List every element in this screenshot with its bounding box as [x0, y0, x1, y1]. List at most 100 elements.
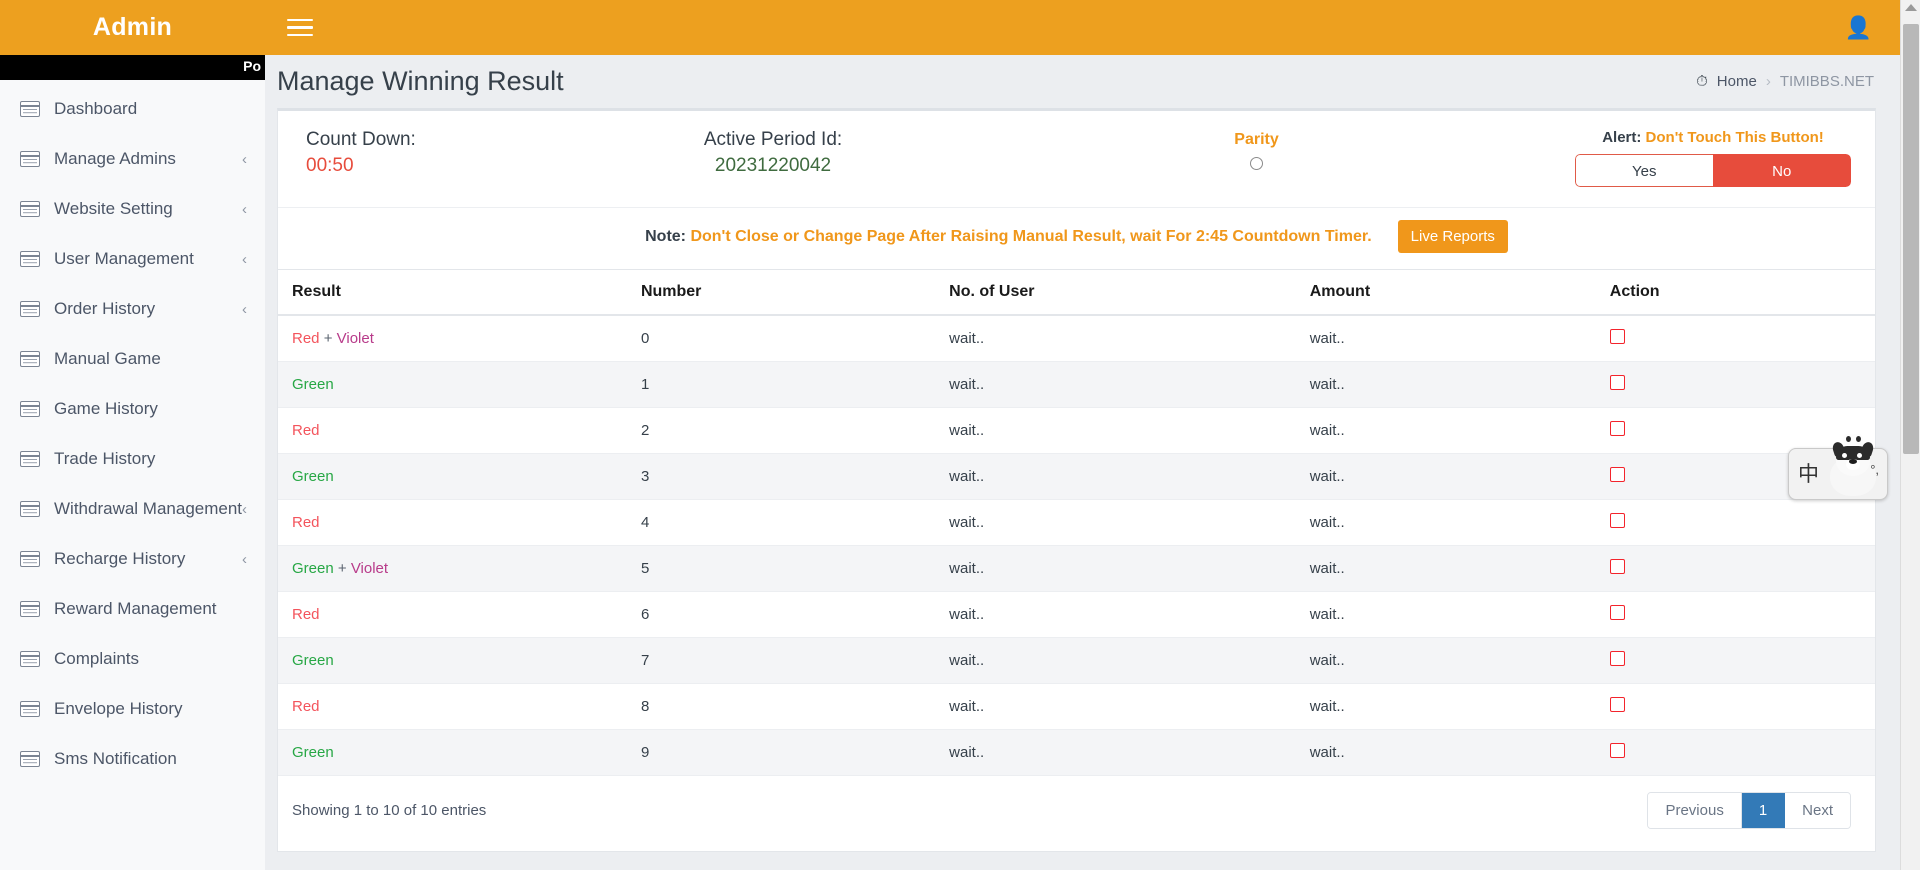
chevron-left-icon: ‹ [242, 150, 247, 168]
sidebar-item-label: Manual Game [54, 349, 161, 368]
ime-mode-label[interactable]: 中 [1798, 464, 1819, 485]
note-prefix: Note: [645, 227, 691, 245]
sidebar-item-withdrawal-management[interactable]: Withdrawal Management ‹ [0, 484, 265, 534]
cell-number: 3 [626, 453, 936, 500]
menu-list-icon [20, 101, 40, 117]
row-checkbox[interactable] [1609, 743, 1625, 758]
row-checkbox[interactable] [1609, 605, 1625, 620]
menu-list-icon [20, 451, 40, 467]
breadcrumb-home[interactable]: Home [1717, 73, 1757, 90]
sidebar-item-reward-management[interactable]: Reward Management [0, 584, 265, 634]
row-checkbox[interactable] [1609, 329, 1625, 344]
parity-block: Parity [938, 129, 1575, 175]
cell-no-of-user: wait.. [935, 499, 1296, 546]
cell-amount: wait.. [1295, 683, 1596, 730]
page-scrollbar[interactable] [1900, 0, 1920, 870]
column-header-no-of-user: No. of User [935, 269, 1296, 316]
cell-no-of-user: wait.. [935, 683, 1296, 730]
pagination-1[interactable]: 1 [1741, 793, 1786, 828]
sidebar-item-label: Trade History [54, 449, 156, 468]
cell-amount: wait.. [1295, 591, 1596, 638]
cell-no-of-user: wait.. [935, 545, 1296, 592]
sidebar-item-manual-game[interactable]: Manual Game [0, 334, 265, 384]
sidebar: Dashboard Manage Admins ‹ Website Setting ‹ U… [0, 80, 265, 870]
alert-prefix: Alert: [1602, 129, 1646, 146]
cell-amount: wait.. [1295, 545, 1596, 592]
cell-amount: wait.. [1295, 729, 1596, 776]
menu-list-icon [20, 351, 40, 367]
live-reports-button[interactable]: Live Reports [1397, 220, 1508, 253]
cell-action [1595, 315, 1875, 362]
hamburger-icon[interactable] [287, 17, 313, 39]
sidebar-item-sms-notification[interactable]: Sms Notification [0, 734, 265, 784]
cell-number: 4 [626, 499, 936, 546]
pagination-next[interactable]: Next [1785, 793, 1850, 828]
page-title: Manage Winning Result [277, 66, 564, 96]
sidebar-list: Dashboard Manage Admins ‹ Website Setting ‹ U… [0, 84, 265, 784]
sidebar-item-dashboard[interactable]: Dashboard [0, 84, 265, 134]
cell-number: 6 [626, 591, 936, 638]
cell-number: 2 [626, 407, 936, 454]
row-checkbox[interactable] [1609, 513, 1625, 528]
brand-logo[interactable]: Admin [0, 13, 265, 42]
parity-radio[interactable] [1250, 157, 1263, 170]
sidebar-item-complaints[interactable]: Complaints [0, 634, 265, 684]
menu-list-icon [20, 401, 40, 417]
table-row: Green 9 wait.. wait.. [278, 729, 1875, 776]
table-row: Red + Violet 0 wait.. wait.. [278, 315, 1875, 362]
sidebar-item-game-history[interactable]: Game History [0, 384, 265, 434]
table-row: Green + Violet 5 wait.. wait.. [278, 545, 1875, 592]
yes-no-group: Yes No [1575, 154, 1851, 187]
table-row: Green 7 wait.. wait.. [278, 637, 1875, 684]
cell-action [1595, 499, 1875, 546]
chevron-left-icon: ‹ [242, 250, 247, 268]
sidebar-item-order-history[interactable]: Order History ‹ [0, 284, 265, 334]
scrollbar-thumb[interactable] [1903, 24, 1919, 454]
alert-block: Alert: Don't Touch This Button! Yes No [1575, 129, 1875, 187]
sidebar-item-website-setting[interactable]: Website Setting ‹ [0, 184, 265, 234]
menu-list-icon [20, 251, 40, 267]
result-card: Count Down: 00:50 Active Period Id: 2023… [277, 108, 1876, 852]
cell-number: 5 [626, 545, 936, 592]
row-checkbox[interactable] [1609, 559, 1625, 574]
ime-punctuation-icon[interactable]: °, [1870, 463, 1879, 476]
cell-amount: wait.. [1295, 361, 1596, 408]
user-icon[interactable]: 👤 [1845, 16, 1872, 39]
column-header-action: Action [1595, 269, 1875, 316]
sidebar-item-user-management[interactable]: User Management ‹ [0, 234, 265, 284]
cell-no-of-user: wait.. [935, 361, 1296, 408]
info-row: Count Down: 00:50 Active Period Id: 2023… [278, 111, 1875, 207]
cell-amount: wait.. [1295, 453, 1596, 500]
row-checkbox[interactable] [1609, 651, 1625, 666]
sidebar-item-manage-admins[interactable]: Manage Admins ‹ [0, 134, 265, 184]
cell-number: 8 [626, 683, 936, 730]
row-checkbox[interactable] [1609, 375, 1625, 390]
sidebar-item-trade-history[interactable]: Trade History [0, 434, 265, 484]
row-checkbox[interactable] [1609, 697, 1625, 712]
row-checkbox[interactable] [1609, 467, 1625, 482]
cell-result: Red [278, 683, 627, 730]
sidebar-item-envelope-history[interactable]: Envelope History [0, 684, 265, 734]
row-checkbox[interactable] [1609, 421, 1625, 436]
sidebar-item-label: Recharge History [54, 549, 186, 568]
sidebar-item-label: Dashboard [54, 99, 138, 118]
yes-button[interactable]: Yes [1575, 154, 1713, 187]
cell-action [1595, 545, 1875, 592]
scroll-up-arrow-icon[interactable] [1905, 4, 1917, 11]
menu-list-icon [20, 201, 40, 217]
sidebar-item-recharge-history[interactable]: Recharge History ‹ [0, 534, 265, 584]
pagination-previous[interactable]: Previous [1648, 793, 1742, 828]
sidebar-item-label: Manage Admins [54, 149, 176, 168]
column-header-number: Number [626, 269, 936, 316]
no-button[interactable]: No [1712, 154, 1851, 187]
ime-widget[interactable]: 中 °, [1788, 434, 1888, 500]
table-header-row: Result Number No. of User Amount Action [278, 269, 1875, 316]
parity-label: Parity [1234, 131, 1279, 148]
cell-no-of-user: wait.. [935, 315, 1296, 362]
sidebar-item-label: Complaints [54, 649, 140, 668]
cell-action [1595, 683, 1875, 730]
menu-list-icon [20, 301, 40, 317]
page-root: Admin 👤 Po Dashboard Manage Admins ‹ Websit… [0, 0, 1920, 870]
chevron-left-icon: ‹ [242, 500, 248, 518]
cell-result: Red [278, 499, 627, 546]
